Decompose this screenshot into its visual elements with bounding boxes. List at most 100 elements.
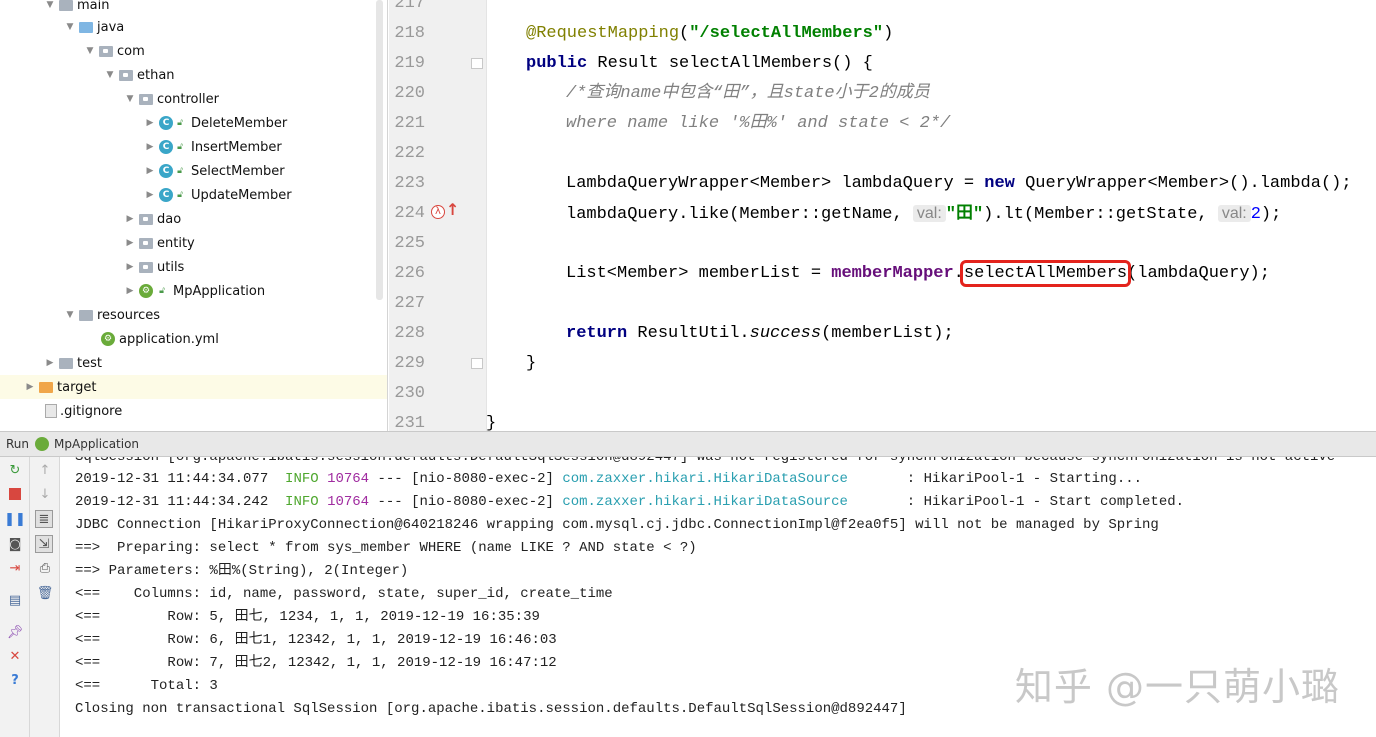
expand-arrow-icon[interactable]: ▼ xyxy=(103,70,117,80)
tree-item-com[interactable]: ▼ com xyxy=(0,39,387,63)
collapse-arrow-icon[interactable]: ▶ xyxy=(143,166,157,176)
close-icon[interactable]: ✕ xyxy=(6,647,24,665)
tree-item-ethan[interactable]: ▼ ethan xyxy=(0,63,387,87)
tree-item-dao[interactable]: ▶ dao xyxy=(0,207,387,231)
tree-item-target[interactable]: ▶ target xyxy=(0,375,387,399)
collapse-arrow-icon[interactable]: ▶ xyxy=(123,286,137,296)
package-icon xyxy=(139,237,153,249)
lock-icon: 🔓︎ xyxy=(177,142,183,152)
tree-item-deletemember[interactable]: ▶ C 🔓︎ DeleteMember xyxy=(0,111,387,135)
line-number: 229 xyxy=(394,354,425,373)
run-config-tab[interactable]: MpApplication xyxy=(54,437,139,451)
code-line-220: /*查询name中包含“田”，且state小于2的成员 xyxy=(566,84,930,103)
layout-icon[interactable]: ▤ xyxy=(6,591,24,609)
collapse-arrow-icon[interactable]: ▶ xyxy=(123,262,137,272)
class-icon: C xyxy=(159,164,173,178)
spring-boot-icon xyxy=(35,437,50,451)
tree-item-updatemember[interactable]: ▶ C 🔓︎ UpdateMember xyxy=(0,183,387,207)
collapse-arrow-icon[interactable]: ▶ xyxy=(123,238,137,248)
code-text: QueryWrapper<Member>().lambda(); xyxy=(1014,174,1352,193)
tree-item-selectmember[interactable]: ▶ C 🔓︎ SelectMember xyxy=(0,159,387,183)
expand-arrow-icon[interactable]: ▼ xyxy=(83,46,97,56)
collapse-arrow-icon[interactable]: ▶ xyxy=(143,118,157,128)
tree-item-controller[interactable]: ▼ controller xyxy=(0,87,387,111)
paren: ) xyxy=(883,24,894,43)
code-line-226: List<Member> memberList = memberMapper.s… xyxy=(566,259,1270,289)
code-text: lambdaQuery.like(Member::getName, xyxy=(566,205,913,224)
tree-item-java[interactable]: ▼ java xyxy=(0,15,387,39)
console-line: ==> Parameters: %田%(String), 2(Integer) xyxy=(75,563,409,579)
console-line: Closing non transactional SqlSession [or… xyxy=(75,701,907,717)
code-line-224: lambdaQuery.like(Member::getName, val: "田… xyxy=(566,199,1281,229)
tree-item-mpapplication[interactable]: ▶ ⚙ 🔓︎ MpApplication xyxy=(0,279,387,303)
tree-item-test[interactable]: ▶ test xyxy=(0,351,387,375)
arrow-down-icon[interactable]: ↓ xyxy=(36,485,54,503)
number-literal: 2 xyxy=(1250,205,1261,224)
console-line: <== Row: 6, 田七1, 12342, 1, 1, 2019-12-19… xyxy=(75,632,557,648)
line-number: 222 xyxy=(394,144,425,163)
line-number: 219 xyxy=(394,54,425,73)
pin-icon[interactable]: 📌︎ xyxy=(6,623,24,641)
parameter-hint: val: xyxy=(912,205,946,222)
expand-arrow-icon[interactable]: ▼ xyxy=(43,0,57,10)
tree-item-application-yml[interactable]: ⚙ application.yml xyxy=(0,327,387,351)
string-literal: "田" xyxy=(945,205,984,224)
tree-scrollbar[interactable] xyxy=(376,0,383,300)
line-number: 218 xyxy=(394,24,425,43)
run-label: Run xyxy=(6,437,30,451)
project-tree[interactable]: ▼ main ▼ java ▼ com ▼ ethan ▼ controller… xyxy=(0,0,388,431)
expand-arrow-icon[interactable]: ▼ xyxy=(63,310,77,320)
code-text: (lambdaQuery); xyxy=(1127,264,1270,283)
tree-item-entity[interactable]: ▶ entity xyxy=(0,231,387,255)
thread: --- [nio-8080-exec-2] xyxy=(369,471,563,487)
expand-arrow-icon[interactable]: ▼ xyxy=(123,94,137,104)
log-message: : HikariPool-1 - Start completed. xyxy=(847,494,1185,510)
exit-icon[interactable]: ⇥ xyxy=(6,559,24,577)
line-number: 223 xyxy=(394,174,425,193)
console-line: ==> Preparing: select * from sys_member … xyxy=(75,540,697,556)
tree-item-insertmember[interactable]: ▶ C 🔓︎ InsertMember xyxy=(0,135,387,159)
collapse-arrow-icon[interactable]: ▶ xyxy=(143,190,157,200)
collapse-arrow-icon[interactable]: ▶ xyxy=(143,142,157,152)
rerun-icon[interactable]: ↻ xyxy=(6,461,24,479)
collapse-arrow-icon[interactable]: ▶ xyxy=(123,214,137,224)
package-icon xyxy=(139,261,153,273)
code-line-223: LambdaQueryWrapper<Member> lambdaQuery =… xyxy=(566,169,1352,199)
lambda-icon[interactable]: λ xyxy=(431,205,445,219)
line-number: 231 xyxy=(394,414,425,431)
code-text: List<Member> memberList = xyxy=(566,264,832,283)
package-icon xyxy=(139,93,153,105)
trash-icon[interactable]: 🗑︎ xyxy=(36,584,54,602)
tree-item-resources[interactable]: ▼ resources xyxy=(0,303,387,327)
spring-boot-icon: ⚙ xyxy=(139,284,153,298)
print-icon[interactable]: ⎙ xyxy=(36,559,54,577)
tree-item-gitignore[interactable]: .gitignore xyxy=(0,399,387,423)
console-log-line: 2019-12-31 11:44:34.077 INFO 10764 --- [… xyxy=(75,468,1142,491)
scroll-to-end-icon[interactable]: ⇲ xyxy=(35,535,53,553)
fold-marker-icon[interactable] xyxy=(471,58,483,69)
soft-wrap-icon[interactable]: ≣ xyxy=(35,510,53,528)
collapse-arrow-icon[interactable]: ▶ xyxy=(23,382,37,392)
log-level: INFO xyxy=(285,494,319,510)
package-icon xyxy=(119,69,133,81)
highlighted-method-call[interactable]: selectAllMembers xyxy=(959,260,1132,287)
implementation-up-arrow-icon[interactable]: ↑ xyxy=(446,200,459,219)
folder-icon xyxy=(59,357,73,369)
stop-icon[interactable] xyxy=(6,485,24,503)
help-icon[interactable]: ? xyxy=(6,671,24,689)
expand-arrow-icon[interactable]: ▼ xyxy=(63,22,77,32)
resources-folder-icon xyxy=(79,309,93,321)
camera-icon[interactable]: ◙ xyxy=(6,535,24,553)
source-folder-icon xyxy=(79,21,93,33)
fold-marker-icon[interactable] xyxy=(471,358,483,369)
timestamp: 2019-12-31 11:44:34.077 xyxy=(75,471,286,487)
arrow-up-icon[interactable]: ↑ xyxy=(36,461,54,479)
tree-item-utils[interactable]: ▶ utils xyxy=(0,255,387,279)
collapse-arrow-icon[interactable]: ▶ xyxy=(43,358,57,368)
code-editor[interactable]: 217 218 219 220 221 222 223 224 225 226 … xyxy=(389,0,1376,431)
pause-icon[interactable]: ❚❚ xyxy=(4,510,26,528)
line-number: 227 xyxy=(394,294,425,313)
console-toolbar: ↑ ↓ ≣ ⇲ ⎙ 🗑︎ xyxy=(30,457,60,737)
static-method: success xyxy=(749,324,822,343)
string-literal: "/selectAllMembers" xyxy=(689,24,884,43)
